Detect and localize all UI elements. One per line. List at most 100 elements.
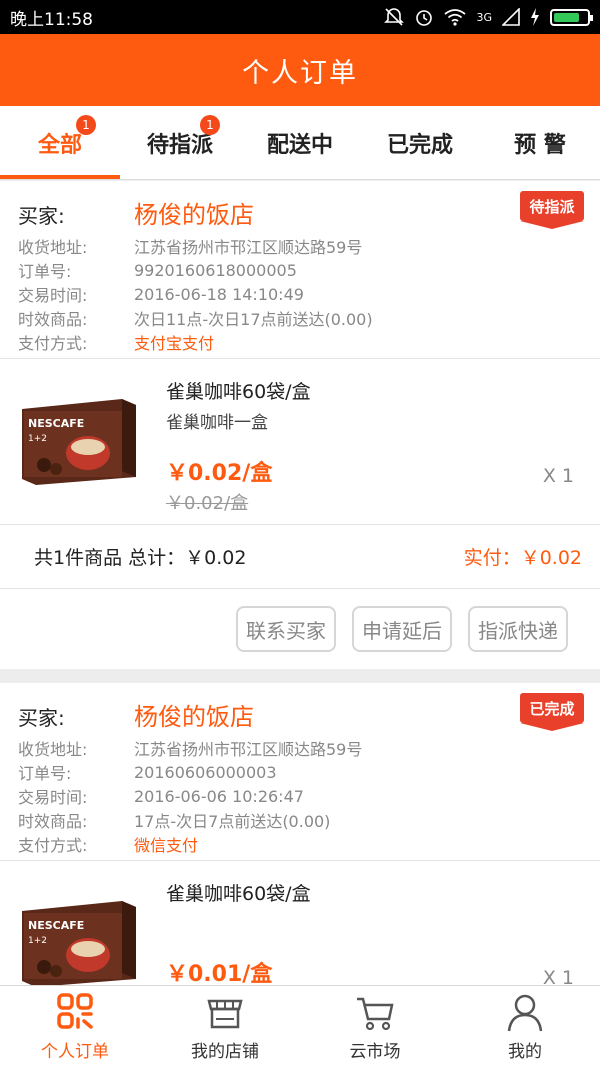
trade_time-value: 2016-06-18 14:10:49 <box>134 284 304 304</box>
status-stamp-tip <box>520 221 584 229</box>
battery-icon <box>550 8 593 26</box>
network-type: 3G <box>476 10 492 24</box>
buyer-name[interactable]: 杨俊的饭店 <box>134 697 254 732</box>
product-quantity: X 1 <box>542 465 574 487</box>
payment-label: 支付方式: <box>18 334 88 353</box>
request-delay-button[interactable]: 申请延后 <box>352 606 452 652</box>
product-info: 雀巢咖啡60袋/盒 雀巢咖啡一盒 ￥0.02/盒 ￥0.02/盒 <box>166 377 582 515</box>
shop-icon <box>207 999 243 1029</box>
order-total: 共1件商品 总计：￥0.02 <box>34 547 247 569</box>
tab-2[interactable]: 配送中 <box>240 106 360 179</box>
status-stamp-tip <box>520 723 584 731</box>
order_no-label: 订单号: <box>18 764 72 783</box>
charging-icon <box>531 8 539 26</box>
payment-value: 支付宝支付 <box>134 334 215 353</box>
info-row-order_no: 订单号: 9920160618000005 <box>18 258 582 282</box>
status-icons: 3G <box>384 7 593 27</box>
info-row-timed_goods: 时效商品: 17点-次日7点前送达(0.00) <box>18 808 582 832</box>
product-price: ￥0.02/盒 <box>166 461 273 486</box>
payment-label: 支付方式: <box>18 836 88 855</box>
info-row-timed_goods: 时效商品: 次日11点-次日17点前送达(0.00) <box>18 306 582 330</box>
svg-text:1+2: 1+2 <box>28 434 47 444</box>
tab-label: 预 警 <box>514 132 566 158</box>
svg-text:1+2: 1+2 <box>28 936 47 946</box>
order-list[interactable]: 买家: 杨俊的饭店 收货地址: 江苏省扬州市邗江区顺达路59号 订单号: 99201606… <box>0 181 600 985</box>
trade_time-label: 交易时间: <box>18 788 88 807</box>
tab-1[interactable]: 待指派 1 <box>120 106 240 179</box>
timed_goods-label: 时效商品: <box>18 812 88 831</box>
mute-icon <box>384 8 405 26</box>
wifi-icon <box>444 9 467 26</box>
nav-label: 我的 <box>508 1042 542 1062</box>
payment-value: 微信支付 <box>134 836 199 855</box>
order_no-value: 9920160618000005 <box>134 260 297 280</box>
svg-text:NESCAFE: NESCAFE <box>28 417 84 430</box>
order_no-label: 订单号: <box>18 262 72 281</box>
address-label: 收货地址: <box>18 740 88 759</box>
cart-icon <box>357 997 394 1031</box>
timed_goods-label: 时效商品: <box>18 310 88 329</box>
contact-buyer-button[interactable]: 联系买家 <box>236 606 336 652</box>
info-row-trade_time: 交易时间: 2016-06-18 14:10:49 <box>18 282 582 306</box>
tab-0[interactable]: 全部 1 <box>0 106 120 179</box>
grid-icon <box>57 993 93 1029</box>
address-value: 江苏省扬州市邗江区顺达路59号 <box>134 238 363 257</box>
product-subtitle <box>166 910 582 934</box>
status-stamp-label: 已完成 <box>520 693 584 723</box>
product-image[interactable]: NESCAFE 1+2 <box>18 897 140 985</box>
product-original-price: ￥0.02/盒 <box>166 493 249 514</box>
order-header: 买家: 杨俊的饭店收货地址: 江苏省扬州市邗江区顺达路59号订单号: 99201606… <box>0 181 600 359</box>
status-stamp: 待指派 <box>520 191 584 229</box>
buyer-label: 买家: <box>18 706 65 730</box>
bottom-nav: 个人订单 我的店铺 云市场 我的 <box>0 985 600 1067</box>
buyer-row: 买家: 杨俊的饭店 <box>18 195 582 230</box>
info-row-order_no: 订单号: 20160606000003 <box>18 760 582 784</box>
timed_goods-value: 次日11点-次日17点前送达(0.00) <box>134 310 373 329</box>
nav-label: 个人订单 <box>41 1042 109 1062</box>
product-info: 雀巢咖啡60袋/盒￥0.01/盒￥0.01/盒 <box>166 879 582 985</box>
nav-item-person[interactable]: 我的 <box>450 986 600 1067</box>
address-value: 江苏省扬州市邗江区顺达路59号 <box>134 740 363 759</box>
info-row-payment: 支付方式: 支付宝支付 <box>18 330 582 354</box>
tab-label: 配送中 <box>266 132 333 158</box>
product-item[interactable]: NESCAFE 1+2 雀巢咖啡60袋/盒 雀巢咖啡一盒 ￥0.02/盒 ￥0.02/盒 X… <box>0 359 600 525</box>
info-row-address: 收货地址: 江苏省扬州市邗江区顺达路59号 <box>18 736 582 760</box>
address-label: 收货地址: <box>18 238 88 257</box>
buyer-name[interactable]: 杨俊的饭店 <box>134 195 254 230</box>
svg-text:NESCAFE: NESCAFE <box>28 919 84 932</box>
trade_time-label: 交易时间: <box>18 286 88 305</box>
product-name: 雀巢咖啡60袋/盒 <box>166 381 311 403</box>
info-row-payment: 支付方式: 微信支付 <box>18 832 582 856</box>
nav-item-cart[interactable]: 云市场 <box>300 986 450 1067</box>
nav-item-grid[interactable]: 个人订单 <box>0 986 150 1067</box>
order_no-value: 20160606000003 <box>134 762 277 782</box>
order-tabs: 全部 1 待指派 1 配送中 已完成预 警 <box>0 106 600 180</box>
order-header: 买家: 杨俊的饭店收货地址: 江苏省扬州市邗江区顺达路59号订单号: 20160606… <box>0 683 600 861</box>
product-image[interactable]: NESCAFE 1+2 <box>18 395 140 487</box>
buyer-row: 买家: 杨俊的饭店 <box>18 697 582 732</box>
person-icon <box>507 994 543 1032</box>
info-row-address: 收货地址: 江苏省扬州市邗江区顺达路59号 <box>18 234 582 258</box>
order-card[interactable]: 买家: 杨俊的饭店收货地址: 江苏省扬州市邗江区顺达路59号订单号: 99201606… <box>0 181 600 669</box>
nav-item-shop[interactable]: 我的店铺 <box>150 986 300 1067</box>
order-actions: 联系买家 申请延后 指派快递 <box>0 589 600 669</box>
product-quantity: X 1 <box>542 967 574 985</box>
status-stamp: 已完成 <box>520 693 584 731</box>
tab-4[interactable]: 预 警 <box>480 106 600 179</box>
status-time: 晚上11:58 <box>10 9 93 30</box>
tab-3[interactable]: 已完成 <box>360 106 480 179</box>
tab-label: 已完成 <box>386 132 453 158</box>
trade_time-value: 2016-06-06 10:26:47 <box>134 786 304 806</box>
product-item[interactable]: NESCAFE 1+2 雀巢咖啡60袋/盒￥0.01/盒￥0.01/盒X 1 <box>0 861 600 985</box>
status-bar: 晚上11:58 3G <box>0 0 600 34</box>
nav-label: 云市场 <box>349 1042 401 1062</box>
alarm-icon <box>416 10 433 26</box>
tab-count-badge: 1 <box>76 115 96 135</box>
page-title-bar: 个人订单 <box>0 34 600 106</box>
tab-label: 全部 <box>37 132 82 158</box>
signal-icon <box>502 8 520 26</box>
product-price: ￥0.01/盒 <box>166 962 273 985</box>
order-card[interactable]: 买家: 杨俊的饭店收货地址: 江苏省扬州市邗江区顺达路59号订单号: 20160606… <box>0 683 600 985</box>
assign-courier-button[interactable]: 指派快递 <box>468 606 568 652</box>
battery-fill <box>554 12 579 22</box>
